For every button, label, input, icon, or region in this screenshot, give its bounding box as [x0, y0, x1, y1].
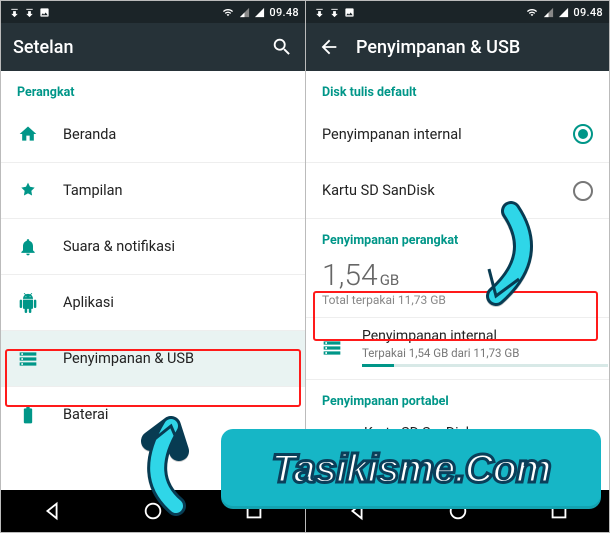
download-icon: [9, 7, 20, 18]
screenshot-icon: [344, 7, 355, 18]
app-bar: Setelan: [1, 23, 305, 71]
download-icon: [24, 7, 35, 18]
android-icon: [17, 293, 39, 313]
screenshot-icon: [39, 7, 50, 18]
app-bar: Penyimpanan & USB: [306, 23, 609, 71]
battery-icon: [17, 405, 39, 425]
internal-sub: Terpakai 1,54 GB dari 11,73 GB: [362, 346, 608, 360]
used-unit: GB: [380, 271, 400, 289]
storage-content: Disk tulis default Penyimpanan internal …: [306, 71, 609, 490]
status-bar: 09.48: [1, 1, 305, 23]
settings-item-sound[interactable]: Suara & notifikasi: [1, 218, 305, 274]
item-label: Tampilan: [63, 182, 289, 199]
internal-progress: [362, 364, 608, 367]
signal-icon: [239, 7, 250, 18]
storage-icon: [322, 338, 342, 358]
radio-selected-icon[interactable]: [573, 124, 593, 144]
settings-item-home[interactable]: Beranda: [1, 106, 305, 162]
signal-icon: [558, 7, 569, 18]
signal-icon: [254, 7, 265, 18]
wifi-icon: [525, 7, 539, 18]
home-icon: [17, 124, 39, 144]
item-label: Baterai: [63, 406, 289, 423]
storage-summary: 1,54GB Total terpakai 11,73 GB: [306, 254, 609, 318]
item-label: Penyimpanan & USB: [63, 350, 289, 367]
status-time: 09.48: [269, 6, 299, 19]
radio-unselected-icon[interactable]: [573, 181, 593, 201]
download-icon: [314, 7, 325, 18]
option-label: Penyimpanan internal: [322, 126, 549, 143]
settings-item-storage[interactable]: Penyimpanan & USB: [1, 330, 305, 386]
default-option-sdcard[interactable]: Kartu SD SanDisk: [306, 162, 609, 218]
search-icon[interactable]: [271, 36, 293, 58]
status-bar: 09.48: [306, 1, 609, 23]
bell-icon: [17, 237, 39, 257]
download-icon: [329, 7, 340, 18]
section-device-storage: Penyimpanan perangkat: [306, 218, 609, 254]
item-label: Suara & notifikasi: [63, 238, 289, 255]
item-label: Beranda: [63, 126, 289, 143]
display-icon: [17, 181, 39, 201]
watermark-text: Tasikisme.Com: [272, 447, 551, 492]
internal-storage-item[interactable]: Penyimpanan internal Terpakai 1,54 GB da…: [306, 318, 609, 373]
wifi-icon: [221, 7, 235, 18]
settings-item-apps[interactable]: Aplikasi: [1, 274, 305, 330]
settings-list: Perangkat Beranda Tampilan Suara & notif…: [1, 71, 305, 490]
status-time: 09.48: [573, 6, 603, 19]
nav-back-icon[interactable]: [41, 500, 63, 522]
used-value: 1,54: [322, 258, 378, 293]
watermark-badge: Tasikisme.Com: [221, 429, 601, 509]
back-arrow-icon[interactable]: [318, 36, 340, 58]
section-portable-storage: Penyimpanan portabel: [306, 379, 609, 415]
section-header-device: Perangkat: [1, 71, 305, 106]
nav-home-icon[interactable]: [142, 500, 164, 522]
appbar-title: Setelan: [13, 37, 255, 58]
settings-item-display[interactable]: Tampilan: [1, 162, 305, 218]
option-label: Kartu SD SanDisk: [322, 182, 549, 199]
storage-icon: [17, 349, 39, 369]
item-label: Aplikasi: [63, 294, 289, 311]
section-default-disk: Disk tulis default: [306, 71, 609, 106]
default-option-internal[interactable]: Penyimpanan internal: [306, 106, 609, 162]
summary-sub: Total terpakai 11,73 GB: [322, 293, 593, 307]
appbar-title: Penyimpanan & USB: [356, 37, 597, 58]
internal-label: Penyimpanan internal: [362, 328, 608, 344]
signal-icon: [543, 7, 554, 18]
